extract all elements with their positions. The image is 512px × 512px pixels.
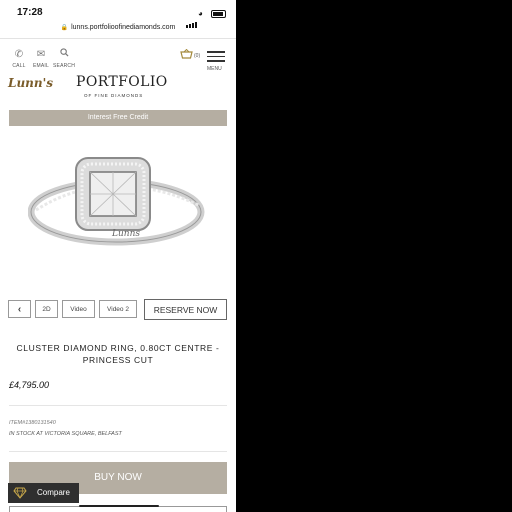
search-icon bbox=[53, 48, 75, 61]
status-bar: 17:28 ◕ bbox=[0, 0, 236, 28]
divider bbox=[9, 405, 227, 406]
lunns-logo[interactable]: Lunn's bbox=[8, 76, 53, 90]
compare-button[interactable]: Compare bbox=[8, 483, 79, 503]
email-label: EMAIL bbox=[32, 63, 49, 69]
item-number: ITEM#1380131540 bbox=[9, 420, 56, 426]
url-text: lunns.portfolioofinediamonds.com bbox=[71, 24, 176, 31]
email-button[interactable]: ✉ EMAIL bbox=[30, 48, 52, 69]
product-price: £4,795.00 bbox=[9, 380, 50, 390]
portfolio-logo[interactable]: PORTFOLIO bbox=[76, 74, 168, 90]
compare-label: Compare bbox=[37, 488, 70, 497]
envelope-icon: ✉ bbox=[36, 49, 46, 60]
clock: 17:28 bbox=[17, 7, 43, 18]
search-label: SEARCH bbox=[53, 63, 76, 69]
divider bbox=[0, 38, 236, 39]
mobile-browser-screen: 17:28 ◕ 🔒 lunns.portfolioofinediamonds.co… bbox=[0, 0, 236, 512]
product-title: CLUSTER DIAMOND RING, 0.80CT CENTRE - PR… bbox=[16, 343, 220, 365]
lock-icon: 🔒 bbox=[60, 25, 69, 31]
divider bbox=[9, 451, 227, 452]
hamburger-icon[interactable] bbox=[207, 51, 225, 65]
engraving-text: Lunns bbox=[111, 229, 140, 239]
basket-icon[interactable] bbox=[180, 48, 193, 62]
tab-2d[interactable]: 2D bbox=[35, 300, 58, 318]
tab-video-2[interactable]: Video 2 bbox=[99, 300, 137, 318]
phone-icon: ✆ bbox=[14, 49, 24, 60]
wifi-icon: ◕ bbox=[198, 9, 203, 18]
call-label: CALL bbox=[12, 63, 26, 69]
search-button[interactable]: SEARCH bbox=[53, 48, 75, 69]
diamond-icon bbox=[13, 487, 27, 499]
call-button[interactable]: ✆ CALL bbox=[8, 48, 30, 69]
product-image[interactable]: Lunns bbox=[28, 140, 208, 260]
portfolio-logo-subtitle: OF FINE DIAMONDS bbox=[84, 93, 144, 98]
reserve-now-button[interactable]: RESERVE NOW bbox=[144, 299, 227, 320]
tab-video[interactable]: Video bbox=[62, 300, 95, 318]
address-bar[interactable]: 🔒 lunns.portfolioofinediamonds.com bbox=[0, 24, 236, 36]
battery-icon bbox=[211, 10, 226, 18]
previous-arrow-button[interactable]: ‹ bbox=[8, 300, 31, 318]
menu-label[interactable]: MENU bbox=[207, 66, 222, 72]
home-indicator bbox=[79, 505, 159, 507]
stock-status: IN STOCK AT VICTORIA SQUARE, BELFAST bbox=[9, 431, 122, 437]
cart-count: (0) bbox=[194, 53, 201, 59]
interest-free-credit-banner[interactable]: Interest Free Credit bbox=[9, 110, 227, 126]
